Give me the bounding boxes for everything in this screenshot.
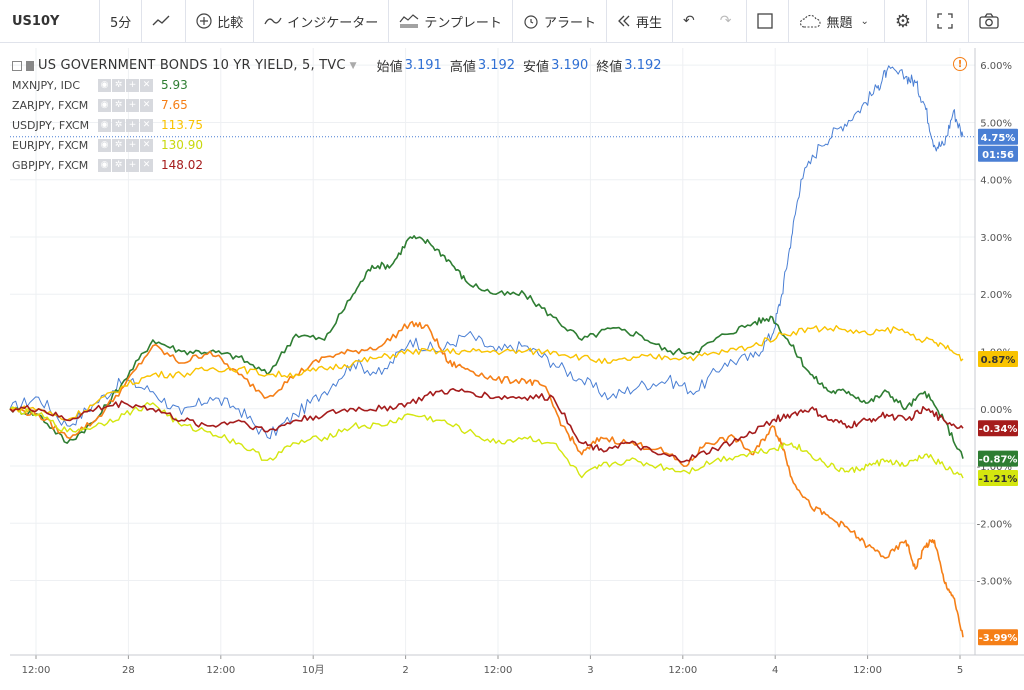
- close-label: 終値: [596, 60, 623, 75]
- y-tick-label: 5.00%: [980, 118, 1012, 129]
- x-tick-label: 3: [587, 665, 593, 676]
- low-label: 安値: [523, 60, 550, 75]
- plus-icon[interactable]: +: [126, 138, 139, 152]
- eye-icon[interactable]: ◉: [98, 158, 111, 172]
- last-value-badge-mxnjpy: -0.87%: [978, 450, 1018, 467]
- x-axis-labels: 12:00 28 12:00 10月 2 12:00 3 12:00 4 12:00 5: [22, 664, 964, 676]
- last-value-badge-gbpjpy: -0.34%: [978, 420, 1018, 437]
- y-tick-label: 2.00%: [980, 290, 1012, 301]
- y-tick-label: -2.00%: [977, 519, 1012, 530]
- eye-icon[interactable]: ◉: [98, 78, 111, 92]
- close-icon[interactable]: ✕: [140, 118, 153, 132]
- gear-icon[interactable]: ✲: [112, 118, 125, 132]
- badge-label: -0.87%: [979, 455, 1018, 466]
- x-tick-label: 28: [122, 665, 135, 676]
- main-legend[interactable]: US GOVERNMENT BONDS 10 YR YIELD, 5, TVC …: [12, 56, 662, 75]
- comparison-controls: ◉ ✲ + ✕: [98, 138, 153, 152]
- countdown-label: 01:56: [982, 150, 1014, 161]
- x-tick-label: 12:00: [668, 665, 697, 676]
- comparison-controls: ◉ ✲ + ✕: [98, 98, 153, 112]
- series-line-gbpjpy: [9, 388, 964, 463]
- comparison-row[interactable]: GBPJPY, FXCM ◉ ✲ + ✕ 148.02: [12, 158, 203, 172]
- comparison-value: 130.90: [161, 138, 203, 152]
- series-line-zarjpy: [9, 320, 964, 638]
- low-value: 3.190: [551, 58, 589, 73]
- comparison-row[interactable]: EURJPY, FXCM ◉ ✲ + ✕ 130.90: [12, 138, 203, 152]
- comparison-controls: ◉ ✲ + ✕: [98, 158, 153, 172]
- y-tick-label: -3.00%: [977, 577, 1012, 588]
- x-tick-label: 12:00: [484, 665, 513, 676]
- last-value-badge-us10y: 4.75%: [978, 128, 1018, 145]
- legend-title: US GOVERNMENT BONDS 10 YR YIELD, 5, TVC: [38, 58, 346, 73]
- close-icon[interactable]: ✕: [140, 78, 153, 92]
- open-value: 3.191: [404, 58, 442, 73]
- countdown-badge: 01:56: [978, 145, 1018, 162]
- x-tick-label: 2: [402, 665, 408, 676]
- comparison-name: EURJPY, FXCM: [12, 138, 89, 152]
- badge-label: 0.87%: [981, 355, 1016, 366]
- close-icon[interactable]: ✕: [140, 98, 153, 112]
- comparison-name: GBPJPY, FXCM: [12, 158, 89, 172]
- x-tick-label: 12:00: [206, 665, 235, 676]
- flag-icon: [26, 60, 34, 71]
- comparison-row[interactable]: USDJPY, FXCM ◉ ✲ + ✕ 113.75: [12, 118, 203, 132]
- x-tick-label: 5: [957, 665, 963, 676]
- y-tick-label: 3.00%: [980, 233, 1012, 244]
- eye-icon[interactable]: ◉: [98, 138, 111, 152]
- eye-icon[interactable]: ◉: [98, 98, 111, 112]
- comparison-value: 113.75: [161, 118, 203, 132]
- badge-label: 4.75%: [981, 133, 1016, 144]
- eye-icon[interactable]: ◉: [98, 118, 111, 132]
- y-tick-label: 6.00%: [980, 61, 1012, 72]
- plus-icon[interactable]: +: [126, 118, 139, 132]
- legend-chevron-icon[interactable]: ▼: [350, 61, 357, 71]
- series-line-eurjpy: [9, 402, 964, 479]
- badge-label: -0.34%: [979, 424, 1018, 435]
- y-tick-label: 4.00%: [980, 176, 1012, 187]
- collapse-icon[interactable]: [12, 60, 22, 71]
- gear-icon[interactable]: ✲: [112, 138, 125, 152]
- plus-icon[interactable]: +: [126, 98, 139, 112]
- comparison-name: MXNJPY, IDC: [12, 78, 80, 92]
- gear-icon[interactable]: ✲: [112, 158, 125, 172]
- last-value-badge-zarjpy: -3.99%: [978, 629, 1018, 646]
- x-tick-label: 12:00: [853, 665, 882, 676]
- gear-icon[interactable]: ✲: [112, 98, 125, 112]
- close-value: 3.192: [624, 58, 662, 73]
- high-label: 高値: [449, 60, 476, 75]
- comparison-value: 148.02: [161, 158, 203, 172]
- warning-icon[interactable]: !: [953, 57, 967, 71]
- comparison-value: 7.65: [161, 98, 188, 112]
- high-value: 3.192: [477, 58, 516, 73]
- last-value-badge-eurjpy: -1.21%: [978, 470, 1018, 487]
- x-tick-label: 10月: [302, 664, 325, 676]
- comparison-row[interactable]: ZARJPY, FXCM ◉ ✲ + ✕ 7.65: [12, 98, 188, 112]
- open-label: 始値: [376, 60, 403, 75]
- comparison-row[interactable]: MXNJPY, IDC ◉ ✲ + ✕ 5.93: [12, 78, 188, 92]
- gear-icon[interactable]: ✲: [112, 78, 125, 92]
- badge-label: -1.21%: [979, 474, 1018, 485]
- comparison-value: 5.93: [161, 78, 188, 92]
- comparison-controls: ◉ ✲ + ✕: [98, 78, 153, 92]
- comparison-name: ZARJPY, FXCM: [12, 98, 89, 112]
- x-tick-label: 4: [772, 665, 778, 676]
- x-tick-label: 12:00: [22, 665, 51, 676]
- plus-icon[interactable]: +: [126, 78, 139, 92]
- badge-label: -3.99%: [979, 633, 1018, 644]
- last-value-badge-usdjpy: 0.87%: [978, 350, 1018, 367]
- close-icon[interactable]: ✕: [140, 138, 153, 152]
- price-badges: 4.75% -0.87% -3.99% 0.87% -1.21% -0.34% 01:56: [978, 128, 1018, 646]
- y-tick-label: 0.00%: [980, 405, 1012, 416]
- plus-icon[interactable]: +: [126, 158, 139, 172]
- comparison-name: USDJPY, FXCM: [12, 118, 90, 132]
- close-icon[interactable]: ✕: [140, 158, 153, 172]
- comparison-controls: ◉ ✲ + ✕: [98, 118, 153, 132]
